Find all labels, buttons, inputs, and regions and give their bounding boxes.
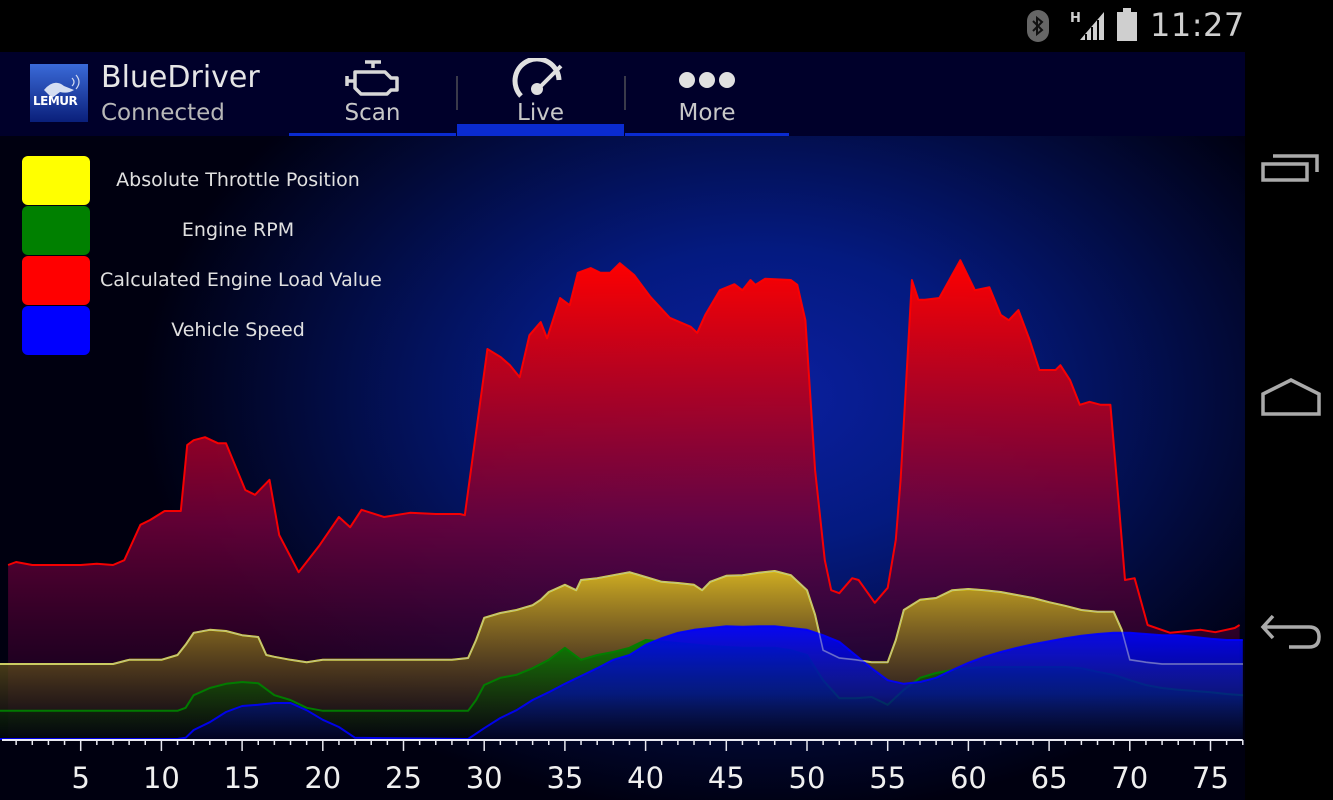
legend-label-speed: Vehicle Speed <box>171 319 305 341</box>
legend-label-rpm: Engine RPM <box>181 219 295 241</box>
x-tick-label: 15 <box>224 761 261 795</box>
x-tick-label: 35 <box>546 761 583 795</box>
x-tick-label: 60 <box>950 761 987 795</box>
legend-item-rpm[interactable]: Engine RPM <box>22 206 402 256</box>
legend-label-load: Calculated Engine Load Value <box>100 269 382 291</box>
x-tick-label: 55 <box>869 761 906 795</box>
x-axis: 5 10 15 20 25 30 35 40 45 50 55 60 65 70 75 <box>2 739 1244 795</box>
x-tick-label: 5 <box>71 761 89 795</box>
legend-item-speed[interactable]: Vehicle Speed <box>22 306 402 356</box>
legend-label-throttle: Absolute Throttle Position <box>116 169 360 191</box>
home-button[interactable] <box>1259 374 1323 418</box>
home-icon <box>1261 378 1321 416</box>
back-icon <box>1260 614 1321 649</box>
x-tick-label: 50 <box>789 761 826 795</box>
x-tick-label: 70 <box>1111 761 1148 795</box>
live-data-chart: 5 10 15 20 25 30 35 40 45 50 55 60 65 70 75 <box>0 259 1244 795</box>
legend-swatch-throttle <box>22 156 90 205</box>
x-tick-label: 75 <box>1192 761 1229 795</box>
x-tick-label: 30 <box>466 761 503 795</box>
recent-apps-icon <box>1261 154 1319 182</box>
x-tick-label: 65 <box>1031 761 1068 795</box>
legend-swatch-speed <box>22 306 90 355</box>
system-nav-bar <box>1245 52 1333 800</box>
x-tick-label: 10 <box>143 761 180 795</box>
recent-apps-button[interactable] <box>1259 148 1323 192</box>
x-tick-label: 40 <box>627 761 664 795</box>
legend-swatch-load <box>22 256 90 305</box>
x-tick-label: 20 <box>304 761 341 795</box>
legend-item-throttle[interactable]: Absolute Throttle Position <box>22 156 402 206</box>
x-tick-label: 45 <box>708 761 745 795</box>
x-tick-label: 25 <box>385 761 422 795</box>
legend-swatch-rpm <box>22 206 90 255</box>
legend-item-load[interactable]: Calculated Engine Load Value <box>22 256 402 306</box>
back-button[interactable] <box>1259 610 1323 654</box>
